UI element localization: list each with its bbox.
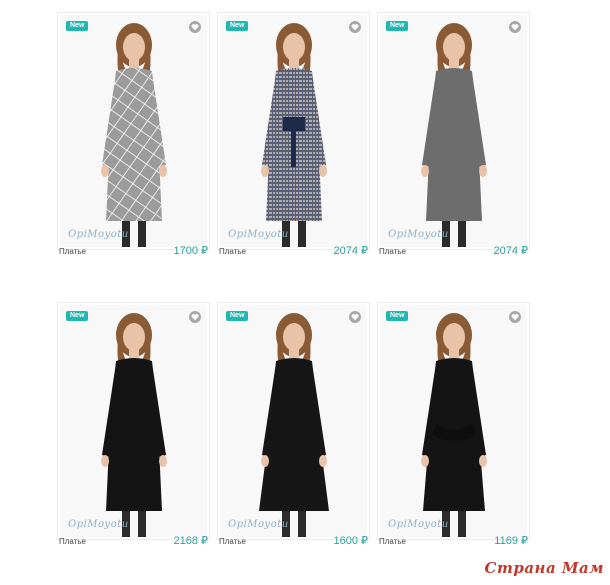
product-name[interactable]: Платье	[59, 247, 86, 256]
product-photo[interactable]: New OpiMoyotu	[380, 305, 527, 537]
new-badge: New	[226, 21, 249, 31]
product-price: 1700 ₽	[173, 245, 208, 257]
product-name[interactable]: Платье	[59, 537, 86, 546]
brand-logo: OpiMoyotu	[388, 519, 449, 530]
product-price: 2074 ₽	[493, 245, 528, 257]
product-photo[interactable]: New OpiMoyotu	[380, 15, 527, 247]
site-watermark: Страна Мам	[484, 559, 604, 577]
heart-icon[interactable]	[189, 311, 201, 323]
product-photo[interactable]: New OpiMoyotu	[220, 15, 367, 247]
product-card[interactable]: New OpiMoyotu	[217, 12, 370, 250]
product-photo[interactable]: New OpiMoyotu	[60, 15, 207, 247]
brand-logo: OpiMoyotu	[228, 519, 289, 530]
product-name[interactable]: Платье	[379, 537, 406, 546]
heart-icon[interactable]	[509, 311, 521, 323]
heart-icon[interactable]	[349, 21, 361, 33]
brand-logo: OpiMoyotu	[68, 229, 129, 240]
product-info: Платье 1600 ₽	[217, 534, 370, 548]
product-photo[interactable]: New OpiMoyotu	[220, 305, 367, 537]
heart-icon[interactable]	[349, 311, 361, 323]
product-photo[interactable]: New OpiMoyotu	[60, 305, 207, 537]
brand-logo: OpiMoyotu	[388, 229, 449, 240]
heart-icon[interactable]	[509, 21, 521, 33]
product-info: Платье 2074 ₽	[377, 244, 530, 258]
product-card[interactable]: New OpiMoyotu	[217, 302, 370, 540]
product-price: 1600 ₽	[333, 535, 368, 547]
product-info: Платье 2168 ₽	[57, 534, 210, 548]
product-price: 2074 ₽	[333, 245, 368, 257]
new-badge: New	[386, 21, 409, 31]
new-badge: New	[66, 311, 89, 321]
product-price: 2168 ₽	[173, 535, 208, 547]
product-info: Платье 1169 ₽	[377, 534, 530, 548]
product-name[interactable]: Платье	[379, 247, 406, 256]
product-card[interactable]: New OpiMoyotu	[57, 302, 210, 540]
product-price: 1169 ₽	[494, 535, 528, 547]
heart-icon[interactable]	[189, 21, 201, 33]
product-info: Платье 2074 ₽	[217, 244, 370, 258]
product-card[interactable]: New OpiMoyotu	[377, 12, 530, 250]
new-badge: New	[226, 311, 249, 321]
new-badge: New	[386, 311, 409, 321]
product-card[interactable]: New OpiMoyotu	[377, 302, 530, 540]
product-name[interactable]: Платье	[219, 537, 246, 546]
product-info: Платье 1700 ₽	[57, 244, 210, 258]
new-badge: New	[66, 21, 89, 31]
product-name[interactable]: Платье	[219, 247, 246, 256]
brand-logo: OpiMoyotu	[68, 519, 129, 530]
brand-logo: OpiMoyotu	[228, 229, 289, 240]
product-card[interactable]: New OpiMoyotu	[57, 12, 210, 250]
